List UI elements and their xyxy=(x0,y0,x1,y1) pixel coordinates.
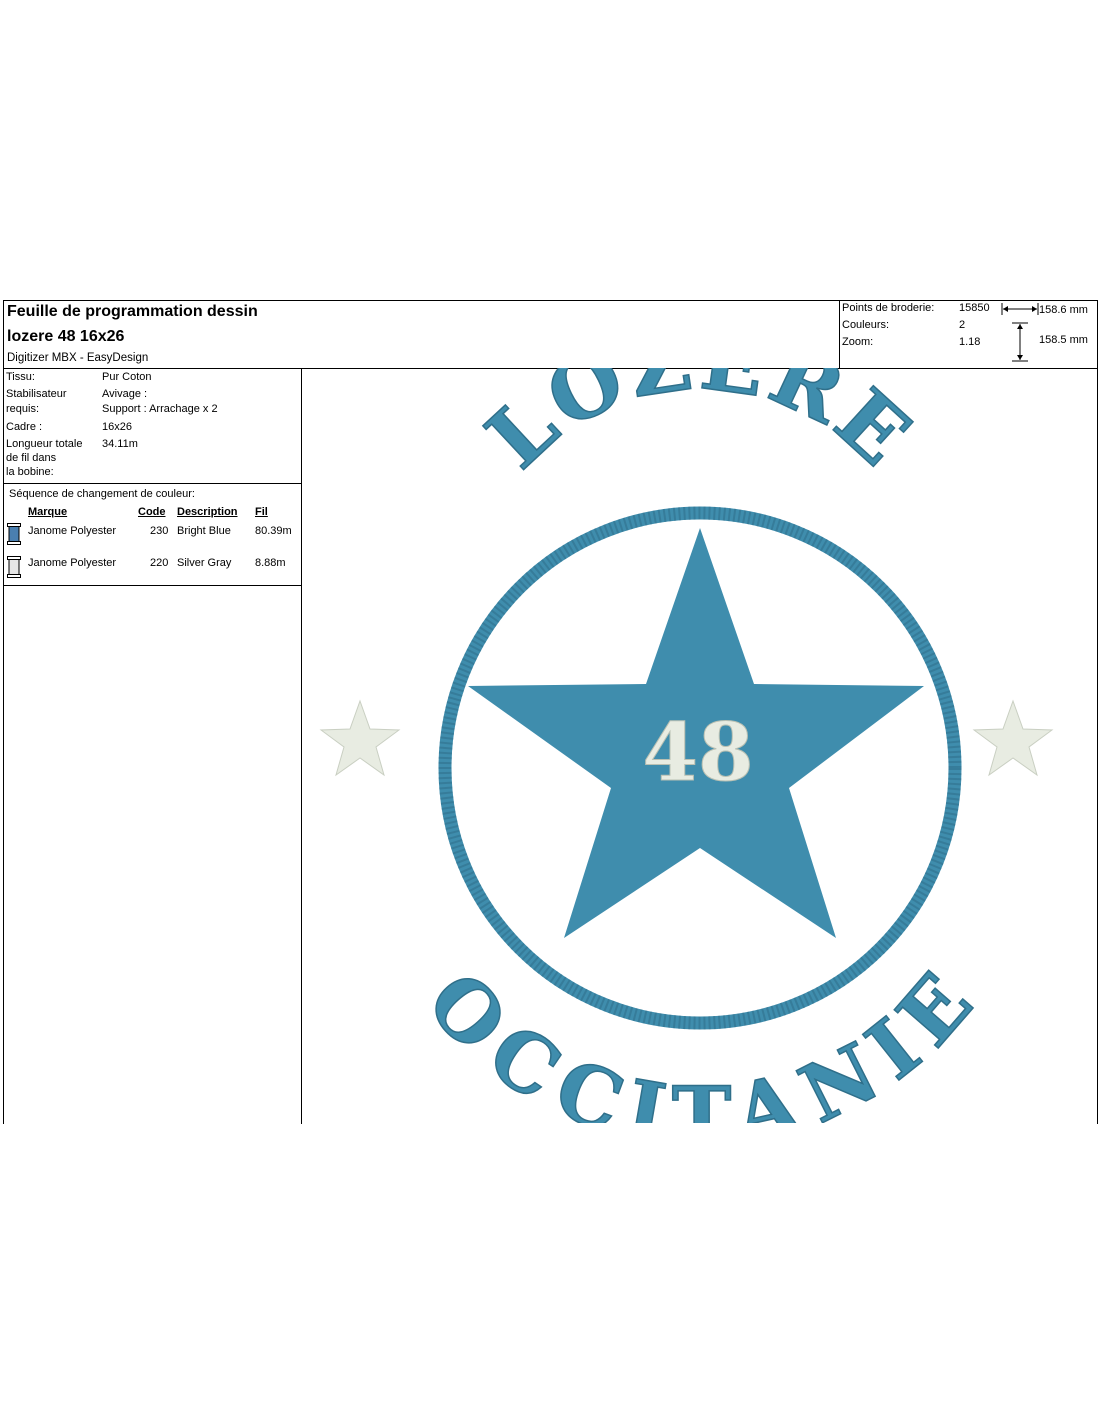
stabilizer-value-2: Support : Arrachage x 2 xyxy=(102,403,218,415)
row-thread: 80.39m xyxy=(255,525,292,537)
thread-length-label-3: la bobine: xyxy=(6,466,54,478)
top-arc-text: LOZERE xyxy=(469,368,931,487)
row-code: 220 xyxy=(150,557,169,569)
zoom-label: Zoom: xyxy=(842,336,874,348)
center-number: 48 xyxy=(642,705,753,799)
stabilizer-value: Avivage : xyxy=(102,388,148,400)
height-dimension-icon xyxy=(1012,322,1028,362)
column-header-brand: Marque xyxy=(28,506,68,518)
frame-value: 16x26 xyxy=(102,421,132,433)
column-header-code: Code xyxy=(138,506,166,518)
sequence-divider xyxy=(4,585,301,586)
thread-length-label: Longueur totale xyxy=(6,438,83,450)
width-dimension-icon xyxy=(1001,303,1039,315)
thread-spool-icon xyxy=(7,556,21,578)
row-description: Bright Blue xyxy=(177,525,231,537)
thread-spool-icon xyxy=(7,523,21,545)
info-panel: Tissu: Pur Coton Stabilisateur requis: A… xyxy=(4,369,302,1124)
zoom-value: 1.18 xyxy=(959,336,981,348)
design-width: 158.6 mm xyxy=(1039,304,1088,316)
column-header-thread: Fil xyxy=(255,506,268,518)
right-star xyxy=(972,699,1054,777)
colors-label: Couleurs: xyxy=(842,319,890,331)
info-divider xyxy=(4,483,301,484)
title-block: Feuille de programmation dessin lozere 4… xyxy=(4,301,839,368)
stabilizer-label: Stabilisateur xyxy=(6,388,67,400)
fabric-value: Pur Coton xyxy=(102,371,152,383)
thread-length-label-2: de fil dans xyxy=(6,452,57,464)
design-name: lozere 48 16x26 xyxy=(7,328,125,345)
stitches-label: Points de broderie: xyxy=(842,302,935,314)
stabilizer-label-2: requis: xyxy=(6,403,40,415)
row-brand: Janome Polyester xyxy=(28,557,117,569)
frame-label: Cadre : xyxy=(6,421,43,433)
column-header-description: Description xyxy=(177,506,238,518)
color-sequence-title: Séquence de changement de couleur: xyxy=(9,488,195,500)
fabric-label: Tissu: xyxy=(6,371,35,383)
stitches-value: 15850 xyxy=(959,302,990,314)
design-height: 158.5 mm xyxy=(1039,334,1088,346)
thread-length-value: 34.11m xyxy=(102,438,138,450)
bottom-arc-text: OCCITANIE xyxy=(409,954,991,1123)
left-star xyxy=(319,699,401,777)
software-name: Digitizer MBX - EasyDesign xyxy=(7,352,149,364)
sheet-title: Feuille de programmation dessin xyxy=(7,303,258,320)
colors-value: 2 xyxy=(959,319,966,331)
row-description: Silver Gray xyxy=(177,557,232,569)
row-code: 230 xyxy=(150,525,169,537)
embroidery-design: LOZERE OCCITANIE 48 xyxy=(319,368,1054,1123)
stats-panel: Points de broderie: 15850 Couleurs: 2 Zo… xyxy=(839,301,1097,368)
row-thread: 8.88m xyxy=(255,557,286,569)
row-brand: Janome Polyester xyxy=(28,525,117,537)
